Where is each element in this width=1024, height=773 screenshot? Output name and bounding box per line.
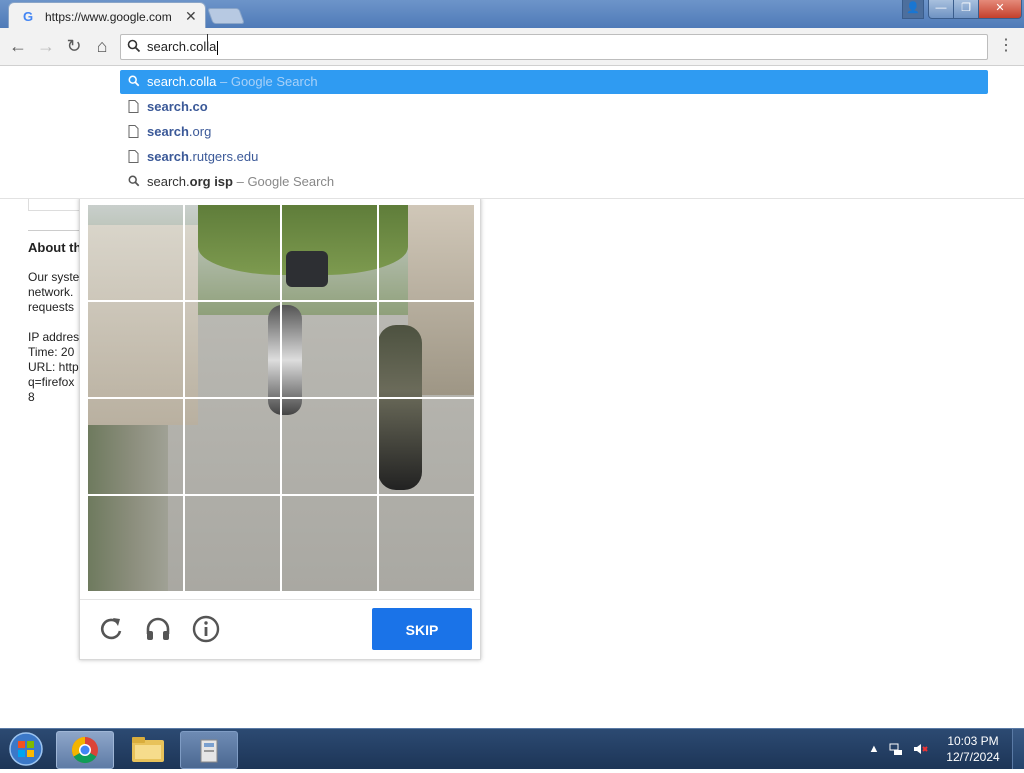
suggestion-item[interactable]: search.co (120, 95, 988, 119)
captcha-image-grid (88, 205, 474, 591)
suggestion-text: .rutgers.edu (188, 149, 259, 164)
street-scene-motorcycle-2 (378, 325, 422, 490)
back-button[interactable]: ← (8, 36, 28, 56)
page-icon (128, 125, 139, 138)
text-caret (217, 40, 219, 55)
skip-button[interactable]: SKIP (372, 608, 472, 650)
browser-toolbar: ← → ↻ ⌂ search.colla ⋮ (0, 28, 1024, 66)
suggestion-item[interactable]: search.rutgers.edu (120, 145, 988, 169)
maximize-button[interactable]: ❐ (953, 0, 979, 19)
suggestion-text: search.co (147, 99, 208, 114)
windows-taskbar: ▲ 10:03 PM 12/7/2024 (0, 728, 1024, 769)
search-icon (127, 39, 141, 53)
volume-muted-icon[interactable] (912, 741, 928, 757)
grid-line (88, 300, 474, 302)
home-button[interactable]: ⌂ (92, 36, 112, 56)
page-line (28, 315, 79, 330)
page-icon (128, 150, 139, 163)
page-text-block: Our syste network. requests IP addres Ti… (28, 270, 79, 405)
tab-google[interactable]: G https://www.google.com ✕ (8, 2, 206, 30)
tab-title: https://www.google.com (45, 10, 172, 24)
grid-line (88, 397, 474, 399)
tray-expand-icon[interactable]: ▲ (866, 741, 882, 757)
browser-menu-button[interactable]: ⋮ (998, 36, 1014, 56)
forward-button[interactable]: → (36, 36, 56, 56)
profile-button[interactable]: 👤 (902, 0, 924, 19)
browser-title-bar: G https://www.google.com ✕ 👤 — ❐ ✕ (0, 0, 1024, 30)
system-tray: ▲ (864, 729, 944, 769)
clock[interactable]: 10:03 PM 12/7/2024 (938, 733, 1008, 765)
new-tab-button[interactable] (207, 8, 245, 24)
suggestion-suffix: – Google Search (216, 74, 318, 89)
suggestion-text-bold: search (147, 149, 189, 164)
network-icon[interactable] (888, 741, 904, 757)
page-line: Time: 20 (28, 345, 75, 359)
street-scene-car (286, 251, 328, 287)
page-icon (128, 100, 139, 113)
app-icon (200, 739, 218, 763)
about-heading: About th (28, 240, 82, 255)
taskbar-app[interactable] (180, 731, 238, 769)
tab-close-icon[interactable]: ✕ (185, 8, 197, 25)
mouse-cursor-ibeam (207, 34, 208, 48)
omnibox-suggestions: search.colla – Google Search search.co s… (0, 66, 1024, 199)
address-bar[interactable]: search.colla (120, 34, 988, 60)
reload-button[interactable]: ↻ (64, 36, 84, 56)
file-explorer-icon (132, 737, 164, 762)
taskbar-file-explorer[interactable] (120, 731, 176, 767)
info-icon[interactable] (191, 614, 221, 644)
start-button-icon[interactable] (4, 731, 48, 767)
search-icon (128, 75, 140, 87)
page-line: requests (28, 300, 75, 314)
captcha-challenge: SKIP (79, 198, 481, 660)
show-desktop-button[interactable] (1012, 729, 1024, 769)
page-line: URL: http (28, 360, 79, 374)
page-line: IP addres (28, 330, 80, 344)
suggestion-item[interactable]: search.colla – Google Search (120, 70, 988, 94)
suggestion-item[interactable]: search.org (120, 120, 988, 144)
clock-date: 12/7/2024 (946, 750, 1000, 764)
captcha-footer: SKIP (80, 599, 480, 660)
close-window-button[interactable]: ✕ (978, 0, 1022, 19)
suggestion-item[interactable]: search.org isp – Google Search (120, 170, 988, 194)
minimize-button[interactable]: — (928, 0, 954, 19)
suggestion-text: .org (188, 124, 212, 139)
clock-time: 10:03 PM (947, 734, 999, 748)
taskbar-chrome[interactable] (56, 731, 114, 769)
suggestion-text-bold: org isp (189, 174, 233, 189)
address-bar-value: search.colla (147, 39, 217, 54)
headphones-icon[interactable] (143, 614, 173, 644)
page-line: Our syste (28, 270, 80, 284)
suggestion-suffix: – Google Search (232, 174, 335, 189)
chrome-icon (71, 736, 98, 764)
reload-icon[interactable] (96, 614, 126, 644)
page-line: 8 (28, 390, 35, 404)
search-icon (128, 175, 140, 187)
page-line: q=firefox (28, 375, 75, 389)
suggestion-text: search.colla (147, 74, 217, 89)
grid-line (88, 494, 474, 496)
suggestion-text: search. (147, 174, 190, 189)
page-line: network. (28, 285, 74, 299)
street-scene-house-left (88, 225, 198, 425)
google-favicon-icon: G (23, 9, 34, 24)
suggestion-text-bold: search (147, 124, 189, 139)
